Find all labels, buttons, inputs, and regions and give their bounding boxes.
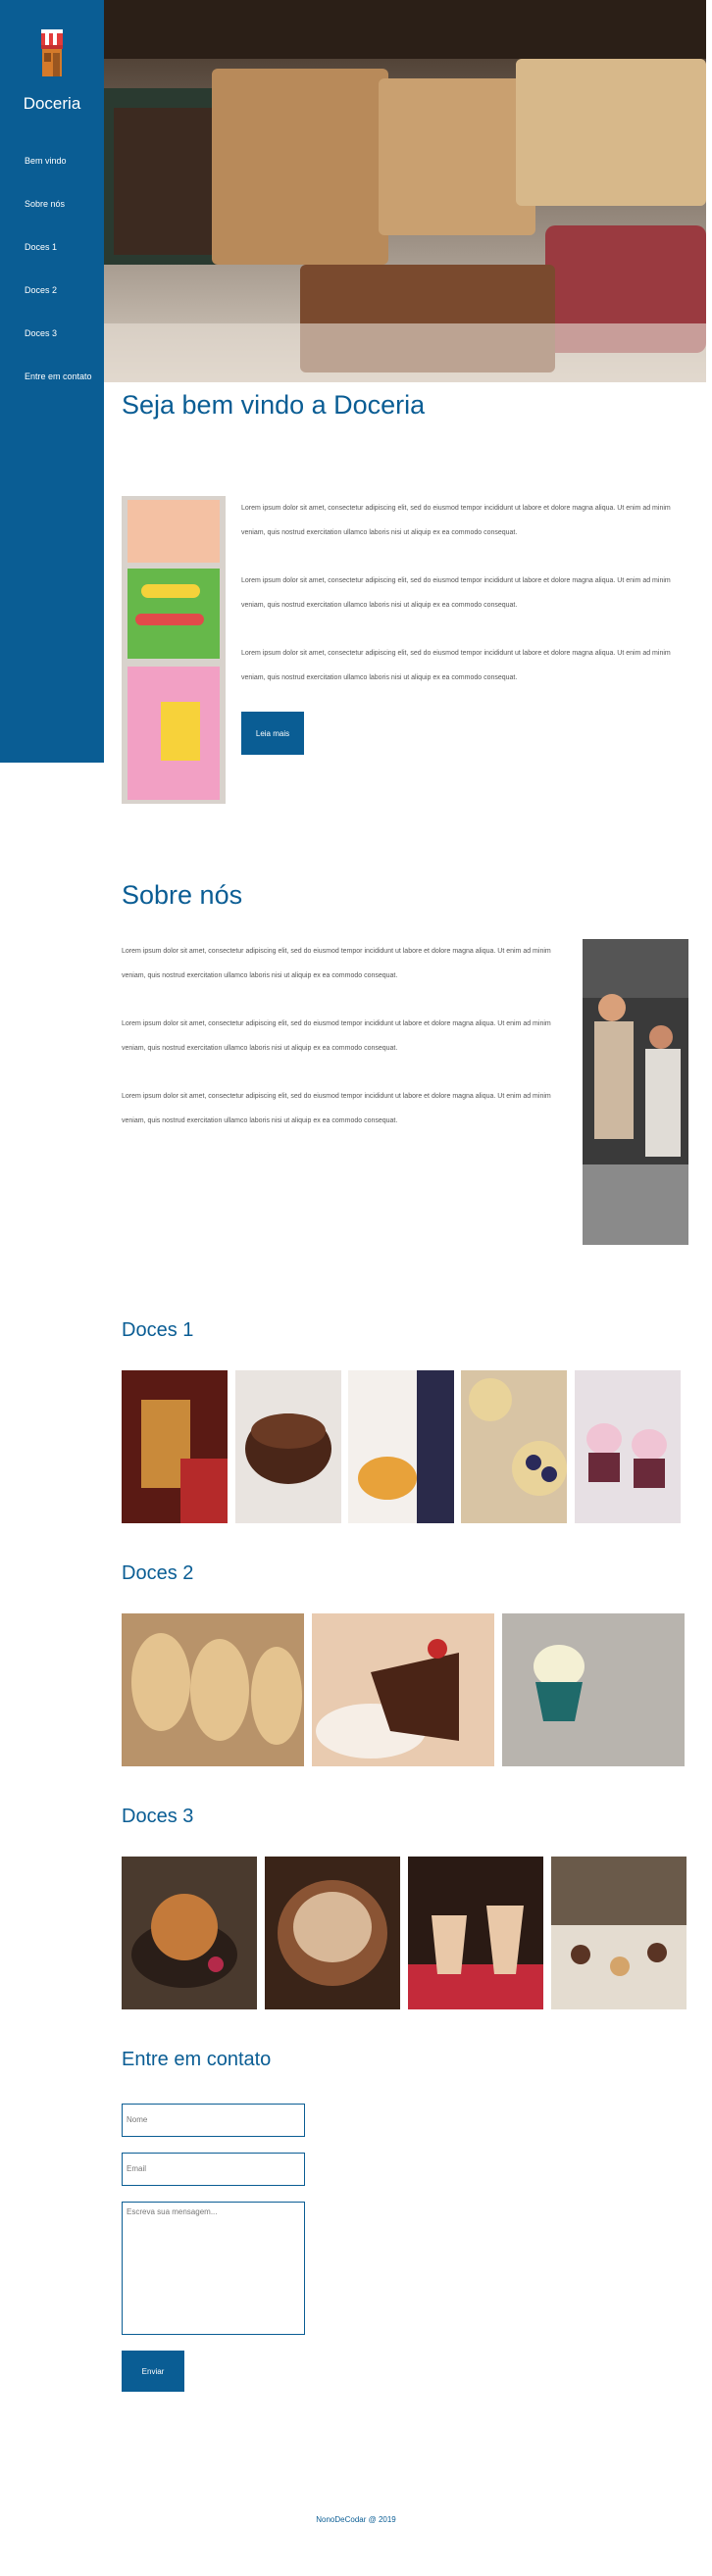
gallery-image[interactable]	[122, 1613, 304, 1766]
email-field[interactable]: Email	[122, 2153, 305, 2186]
nav-item-doces-3[interactable]: Doces 3	[25, 327, 92, 371]
message-field[interactable]: Escreva sua mensagem...	[122, 2202, 305, 2335]
gallery-image[interactable]	[122, 1370, 228, 1523]
about-paragraph: Lorem ipsum dolor sit amet, consectetur …	[122, 1020, 551, 1052]
gallery-image[interactable]	[348, 1370, 454, 1523]
gallery-image[interactable]	[312, 1613, 494, 1766]
submit-button[interactable]: Enviar	[122, 2351, 184, 2392]
name-field[interactable]: Nome	[122, 2104, 305, 2137]
bakers-image	[583, 939, 688, 1245]
nav-item-entre-em-contato[interactable]: Entre em contato	[25, 371, 92, 414]
nav-item-doces-2[interactable]: Doces 2	[25, 284, 92, 327]
gallery-image[interactable]	[461, 1370, 567, 1523]
hero-image	[104, 0, 706, 382]
candy-image	[122, 496, 226, 804]
nav-item-bem-vindo[interactable]: Bem vindo	[25, 155, 92, 198]
gallery-image[interactable]	[265, 1857, 400, 2009]
gallery-image[interactable]	[551, 1857, 687, 2009]
footer-text: NonoDeCodar @ 2019	[316, 2515, 396, 2524]
nav-item-sobre-nos[interactable]: Sobre nós	[25, 198, 92, 241]
welcome-title: Seja bem vindo a Doceria	[122, 390, 426, 420]
gallery-image[interactable]	[122, 1857, 257, 2009]
shop-awning-icon	[41, 29, 63, 76]
welcome-paragraph: Lorem ipsum dolor sit amet, consectetur …	[241, 650, 671, 681]
gallery-title-doces-3: Doces 3	[122, 1806, 194, 1827]
gallery-title-doces-1: Doces 1	[122, 1319, 194, 1341]
nav-item-doces-1[interactable]: Doces 1	[25, 241, 92, 284]
welcome-paragraph: Lorem ipsum dolor sit amet, consectetur …	[241, 577, 671, 609]
contact-title: Entre em contato	[122, 2049, 272, 2070]
about-title: Sobre nós	[122, 880, 243, 910]
read-more-button[interactable]: Leia mais	[241, 712, 304, 755]
gallery-image[interactable]	[235, 1370, 341, 1523]
about-paragraph: Lorem ipsum dolor sit amet, consectetur …	[122, 948, 551, 979]
gallery-image[interactable]	[502, 1613, 685, 1766]
gallery-image[interactable]	[575, 1370, 681, 1523]
sidebar: Doceria Bem vindo Sobre nós Doces 1 Doce…	[0, 0, 104, 763]
gallery-image[interactable]	[408, 1857, 543, 2009]
gallery-title-doces-2: Doces 2	[122, 1562, 194, 1584]
sidebar-nav: Bem vindo Sobre nós Doces 1 Doces 2 Doce…	[25, 155, 92, 414]
about-paragraph: Lorem ipsum dolor sit amet, consectetur …	[122, 1093, 551, 1124]
welcome-paragraph: Lorem ipsum dolor sit amet, consectetur …	[241, 505, 671, 536]
brand-name[interactable]: Doceria	[0, 94, 104, 114]
